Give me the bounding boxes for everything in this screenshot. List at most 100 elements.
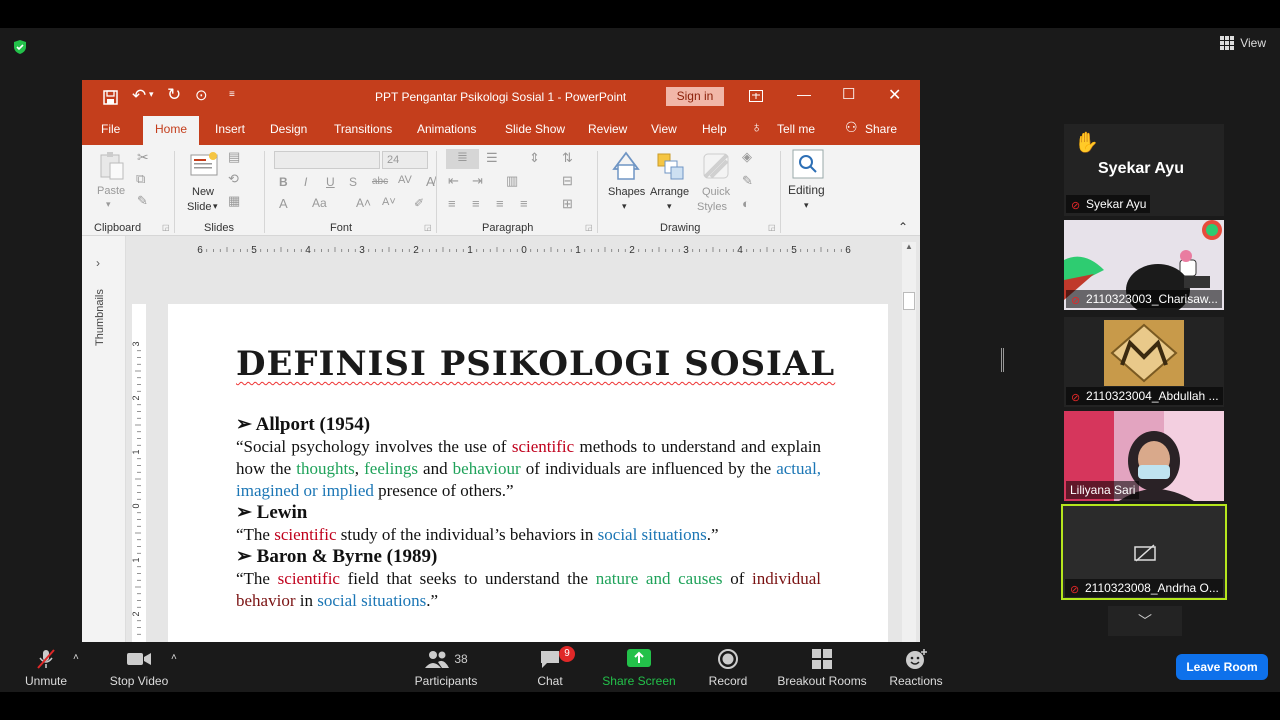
share-screen-button[interactable]: Share Screen — [600, 648, 678, 688]
shape-effects-icon[interactable]: ◐ — [742, 196, 750, 211]
slide-title[interactable]: DEFINISI PSIKOLOGI SOSIAL — [236, 344, 835, 384]
participant-tile[interactable]: ⊘ 2110323004_Abdullah ... — [1064, 317, 1224, 407]
undo-icon[interactable]: ↶ — [132, 86, 146, 106]
quick-styles-label-1[interactable]: Quick — [702, 186, 730, 198]
stop-video-button[interactable]: Stop Video — [104, 648, 174, 688]
participant-tile[interactable]: Liliyana Sari — [1064, 411, 1224, 501]
new-slide-label-1[interactable]: New — [192, 186, 214, 198]
maximize-icon[interactable]: ☐ — [842, 85, 855, 103]
font-size-box[interactable]: 24 — [382, 151, 428, 169]
new-slide-icon[interactable] — [189, 151, 219, 177]
participant-tile-active[interactable]: ⊘ 2110323008_Andrha O... — [1061, 504, 1227, 600]
shapes-icon[interactable] — [610, 151, 642, 181]
chat-button[interactable]: 9 Chat — [530, 646, 575, 688]
decrease-font-icon[interactable]: A˅ — [382, 196, 396, 208]
reactions-button[interactable]: Reactions — [886, 648, 946, 688]
tab-animations[interactable]: Animations — [417, 122, 476, 136]
align-text-icon[interactable]: ⊟ — [562, 173, 573, 189]
undo-dropdown-icon[interactable]: ▾ — [149, 89, 154, 100]
shape-outline-icon[interactable]: ✎ — [742, 173, 753, 189]
tab-insert[interactable]: Insert — [215, 122, 245, 136]
italic-icon[interactable]: I — [304, 175, 307, 189]
tab-design[interactable]: Design — [270, 122, 307, 136]
tab-view[interactable]: View — [651, 122, 677, 136]
save-icon[interactable] — [103, 90, 118, 105]
font-launcher-icon[interactable]: ◲ — [424, 223, 432, 232]
paste-dropdown-icon[interactable]: ▾ — [106, 199, 111, 210]
share-button[interactable]: Share — [865, 122, 897, 136]
increase-font-icon[interactable]: A˄ — [356, 196, 371, 210]
paste-icon[interactable] — [98, 151, 126, 181]
participants-button[interactable]: 38 Participants — [410, 648, 482, 688]
new-slide-dropdown-icon[interactable]: ▾ — [213, 201, 218, 212]
new-slide-label-2[interactable]: Slide — [187, 201, 211, 213]
character-spacing-icon[interactable]: AV — [398, 174, 412, 186]
clear-format-icon[interactable]: A̸ — [426, 174, 435, 189]
tab-review[interactable]: Review — [588, 122, 627, 136]
drawing-launcher-icon[interactable]: ◲ — [768, 223, 776, 232]
highlight-icon[interactable]: ✐ — [414, 196, 424, 210]
video-options-caret-icon[interactable]: ˄ — [171, 652, 177, 663]
font-color-icon[interactable]: A — [279, 196, 288, 211]
redo-icon[interactable]: ↻ — [167, 85, 181, 105]
format-painter-icon[interactable]: ✎ — [137, 193, 148, 209]
sign-in-button[interactable]: Sign in — [666, 87, 724, 106]
increase-indent-icon[interactable]: ⇥ — [472, 173, 483, 189]
layout-icon[interactable]: ▤ — [228, 149, 240, 165]
section-icon[interactable]: ▦ — [228, 193, 240, 209]
shadow-icon[interactable]: S — [349, 175, 357, 189]
participant-tile[interactable]: ⊘ 2110323003_Charisaw... — [1064, 220, 1224, 310]
tab-help[interactable]: Help — [702, 122, 727, 136]
bold-icon[interactable]: B — [279, 175, 288, 189]
scrollbar-thumb[interactable] — [903, 292, 915, 310]
numbering-icon[interactable]: ☰ — [486, 150, 498, 166]
view-button[interactable]: View — [1220, 36, 1266, 50]
tab-file[interactable]: File — [101, 122, 120, 136]
tab-slide-show[interactable]: Slide Show — [505, 122, 565, 136]
copy-icon[interactable]: ⧉ — [136, 171, 145, 187]
shape-fill-icon[interactable]: ◈ — [742, 149, 752, 165]
ribbon-display-options-icon[interactable] — [749, 90, 763, 102]
start-from-beginning-icon[interactable]: ⊙ — [195, 86, 208, 104]
change-case-icon[interactable]: Aa — [312, 196, 327, 210]
cut-icon[interactable]: ✂ — [137, 149, 149, 166]
find-icon[interactable] — [792, 149, 824, 179]
tab-transitions[interactable]: Transitions — [334, 122, 392, 136]
vertical-scrollbar[interactable]: ▲ — [902, 242, 916, 642]
record-button[interactable]: Record — [706, 648, 750, 688]
customize-toolbar-icon[interactable]: ≡ — [229, 89, 235, 100]
align-left-icon[interactable]: ≡ — [448, 196, 456, 211]
unmute-button[interactable]: Unmute — [18, 648, 74, 688]
text-direction-icon[interactable]: ⇅ — [562, 150, 573, 166]
collapse-ribbon-icon[interactable]: ⌃ — [898, 220, 908, 234]
scroll-up-icon[interactable]: ▲ — [905, 242, 913, 251]
tab-home[interactable]: Home — [143, 116, 200, 145]
line-spacing-icon[interactable]: ⇕ — [529, 150, 540, 166]
shapes-label[interactable]: Shapes — [608, 186, 645, 198]
shapes-dropdown-icon[interactable]: ▾ — [622, 201, 627, 212]
arrange-icon[interactable] — [655, 151, 685, 181]
bullets-icon[interactable]: ≣ — [446, 149, 479, 169]
gallery-scroll-down-button[interactable]: ﹀ — [1108, 606, 1182, 636]
breakout-rooms-button[interactable]: Breakout Rooms — [774, 648, 870, 688]
quick-styles-label-2[interactable]: Styles — [697, 201, 727, 213]
justify-icon[interactable]: ≡ — [520, 196, 528, 211]
paste-label[interactable]: Paste — [97, 185, 125, 197]
active-speaker-tile[interactable]: ✋ Syekar Ayu ⊘ Syekar Ayu — [1064, 124, 1224, 216]
smartart-icon[interactable]: ⊞ — [562, 196, 573, 212]
arrange-label[interactable]: Arrange — [650, 186, 689, 198]
audio-options-caret-icon[interactable]: ˄ — [73, 652, 79, 663]
expand-thumbnails-icon[interactable]: › — [96, 256, 100, 270]
font-name-box[interactable] — [274, 151, 380, 169]
align-right-icon[interactable]: ≡ — [496, 196, 504, 211]
minimize-icon[interactable]: — — [797, 86, 811, 102]
slide-canvas[interactable]: DEFINISI PSIKOLOGI SOSIAL ➢ Allport (195… — [168, 304, 888, 642]
decrease-indent-icon[interactable]: ⇤ — [448, 173, 459, 189]
leave-room-button[interactable]: Leave Room — [1176, 654, 1268, 680]
panel-resize-handle[interactable] — [1001, 348, 1004, 372]
columns-icon[interactable]: ▥ — [506, 173, 518, 189]
align-center-icon[interactable]: ≡ — [472, 196, 480, 211]
editing-dropdown-icon[interactable]: ▾ — [804, 200, 809, 211]
strikethrough-icon[interactable]: abc — [372, 176, 388, 187]
tell-me-box[interactable]: Tell me — [777, 122, 815, 136]
